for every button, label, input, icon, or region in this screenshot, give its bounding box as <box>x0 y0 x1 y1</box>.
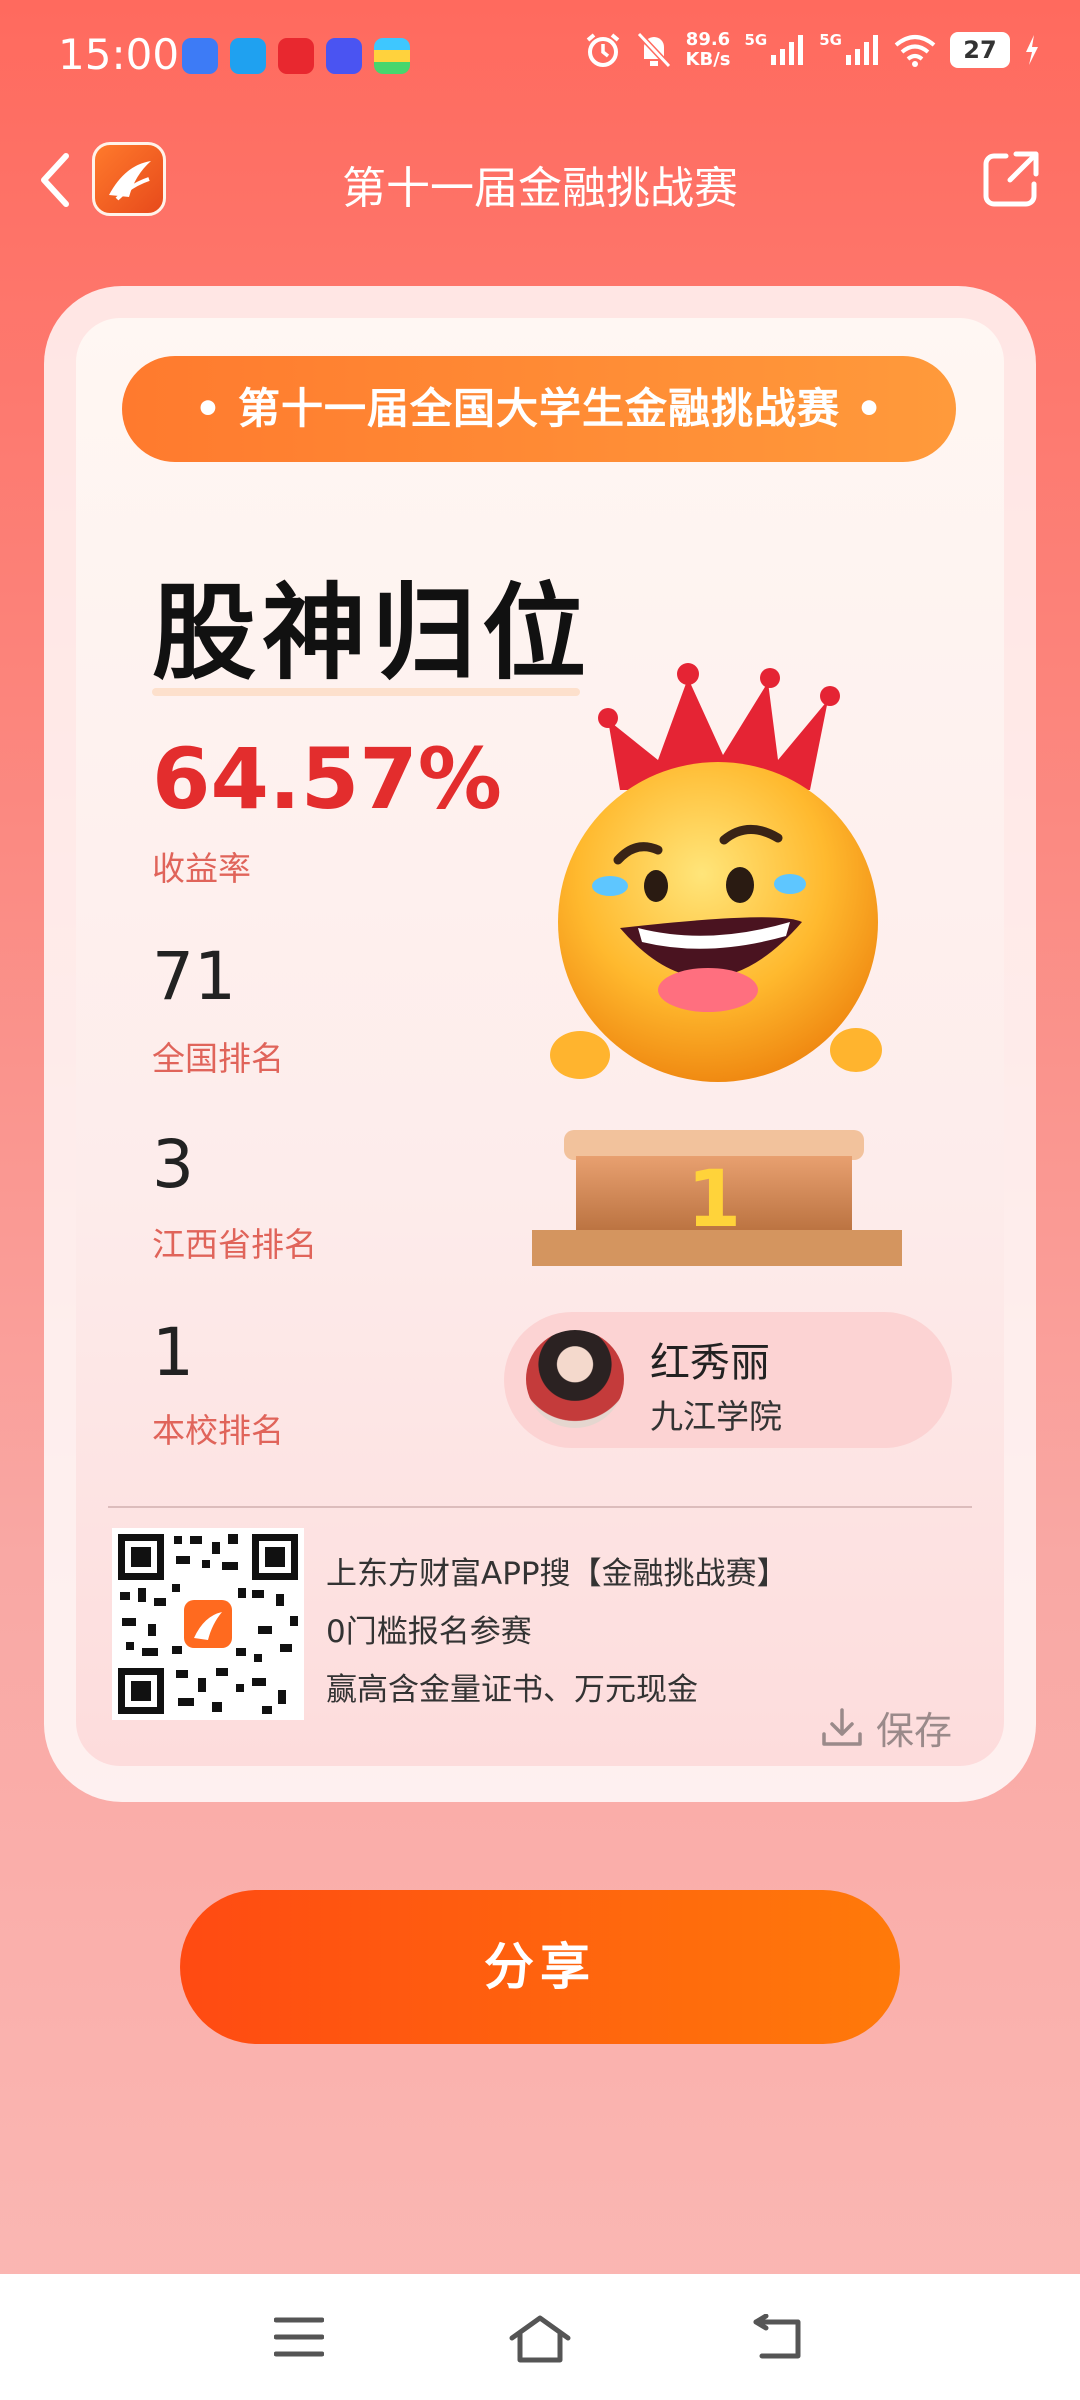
national-rank-value: 71 <box>152 938 236 1015</box>
charging-icon <box>1026 35 1038 65</box>
yield-label: 收益率 <box>152 849 251 888</box>
promo-line: 赢高含金量证书、万元现金 <box>326 1672 698 1708</box>
menu-icon[interactable] <box>274 2314 324 2360</box>
achievement-title: 股神归位 <box>152 572 593 694</box>
back-nav-icon[interactable] <box>752 2314 806 2362</box>
promo-line: 上东方财富APP搜【金融挑战赛】 <box>326 1556 788 1592</box>
qr-code <box>112 1528 304 1720</box>
home-icon[interactable] <box>508 2314 572 2364</box>
avatar <box>526 1330 624 1428</box>
save-button[interactable]: 保存 <box>820 1700 952 1755</box>
network-speed: 89.6 KB/s <box>686 30 731 70</box>
province-rank-label: 江西省排名 <box>152 1225 317 1264</box>
user-name: 红秀丽 <box>650 1340 770 1386</box>
trophy-rank-number: 1 <box>687 1155 741 1245</box>
notification-app-icon <box>374 38 410 74</box>
mute-bell-icon <box>636 31 671 69</box>
save-label: 保存 <box>876 1709 953 1753</box>
promo-line: 0门槛报名参赛 <box>326 1614 532 1650</box>
school-rank-label: 本校排名 <box>152 1411 284 1450</box>
share-button[interactable]: 分享 <box>180 1890 900 2044</box>
user-school: 九江学院 <box>650 1397 782 1436</box>
network-speed-unit: KB/s <box>685 49 731 70</box>
notification-app-icon <box>326 38 362 74</box>
wifi-icon <box>894 35 936 67</box>
sim2-label: 5G <box>819 31 842 49</box>
competition-banner: • 第十一届全国大学生金融挑战赛 • <box>122 356 956 462</box>
school-rank-value: 1 <box>152 1314 194 1391</box>
download-icon <box>822 1707 862 1746</box>
system-nav-bar <box>0 2274 1080 2400</box>
status-bar: 15:00 89.6 KB/s 5G 5G 27 <box>0 0 1080 112</box>
page-title: 第十一届金融挑战赛 <box>342 163 738 214</box>
divider <box>108 1506 972 1508</box>
sim1-signal: 5G <box>745 31 806 65</box>
notification-app-icon <box>278 38 314 74</box>
clock: 15:00 <box>58 30 180 79</box>
alarm-icon <box>586 33 619 67</box>
notification-icons <box>182 38 410 74</box>
sim1-label: 5G <box>744 31 768 49</box>
achievement-underline <box>152 688 580 696</box>
signal-icon <box>846 35 878 65</box>
share-external-icon[interactable] <box>980 148 1042 210</box>
province-rank-value: 3 <box>152 1126 194 1203</box>
sim2-signal: 5G <box>819 31 880 65</box>
battery-level: 27 <box>950 32 1010 68</box>
notification-app-icon <box>182 38 218 74</box>
yield-value: 64.57% <box>152 730 502 828</box>
notification-app-icon <box>230 38 266 74</box>
signal-icon <box>771 35 804 65</box>
national-rank-label: 全国排名 <box>152 1039 284 1078</box>
trophy-mascot-illustration: 1 <box>532 663 902 1266</box>
system-icons: 89.6 KB/s 5G 5G 27 <box>584 30 1040 70</box>
network-speed-value: 89.6 <box>685 29 731 50</box>
